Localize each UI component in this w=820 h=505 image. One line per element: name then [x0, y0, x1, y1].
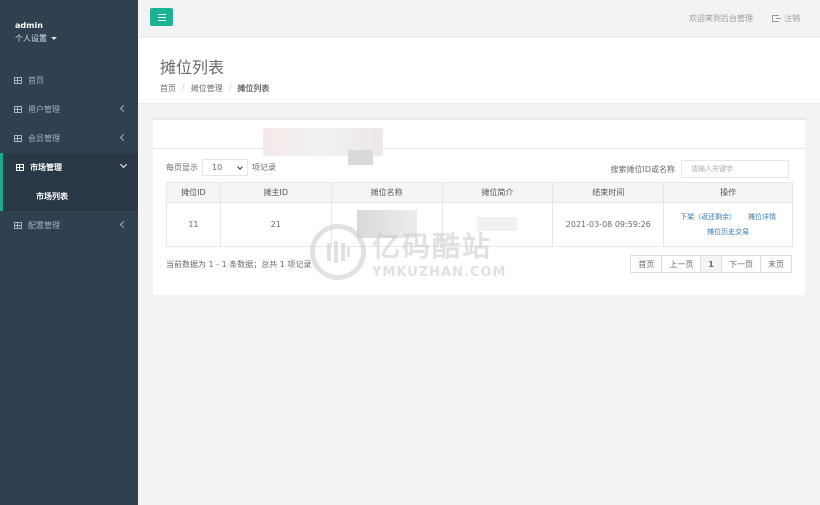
sidebar-item-home[interactable]: 首页 — [0, 66, 138, 95]
chevron-left-icon — [119, 133, 128, 142]
breadcrumb-home[interactable]: 首页 — [160, 83, 176, 94]
stall-name-cell — [330, 202, 443, 247]
caret-down-icon — [51, 37, 57, 40]
page-length-value: 10 — [212, 163, 223, 172]
column-header[interactable]: 摊位简介 — [441, 182, 554, 203]
stall-detail-link[interactable]: 摊位详情 — [748, 212, 776, 222]
search-control: 搜索摊位ID或名称 请输入关键字 — [610, 160, 789, 178]
sidebar-nav: 首页 用户管理 会员管理 市场管理 市场列表 配置管理 — [0, 66, 138, 240]
page-current-button[interactable]: 1 — [700, 255, 722, 273]
table-row: 11 21 2021-03-08 09:59:26 下架（返还剩余） 摊位详情 … — [166, 202, 793, 247]
per-page-suffix: 项记录 — [252, 163, 276, 172]
owner-id-cell: 21 — [219, 202, 332, 247]
top-navbar: 欢迎来到后台管理 注销 — [138, 0, 820, 37]
column-header[interactable]: 结束时间 — [552, 182, 665, 203]
table-info: 当前数据为 1 - 1 条数据；总共 1 项记录 — [166, 260, 312, 269]
chevron-down-icon — [237, 163, 243, 170]
hamburger-icon-line — [157, 19, 166, 21]
stall-table: 摊位ID 摊主ID 摊位名称 摊位简介 结束时间 操作 11 21 2021-0… — [166, 182, 793, 247]
sidebar-item-member-management[interactable]: 会员管理 — [0, 124, 138, 153]
stall-history-link[interactable]: 摊位历史交易 — [707, 227, 749, 237]
content-box: 每页显示 10 项记录 搜索摊位ID或名称 请输入关键字 摊位ID 摊主ID 摊… — [153, 118, 805, 295]
breadcrumb-current: 摊位列表 — [237, 84, 270, 93]
blurred-region — [348, 150, 373, 165]
breadcrumb-stall-management[interactable]: 摊位管理 — [191, 83, 223, 94]
page-first-button[interactable]: 首页 — [630, 255, 663, 273]
blurred-region — [356, 209, 417, 238]
page-next-button[interactable]: 下一页 — [721, 255, 761, 273]
hamburger-icon-line — [157, 16, 166, 18]
sidebar-subitem-label: 市场列表 — [36, 192, 68, 201]
sidebar-item-label: 会员管理 — [28, 134, 60, 143]
welcome-text: 欢迎来到后台管理 — [689, 14, 753, 23]
stall-id-cell: 11 — [166, 202, 221, 247]
pagination: 首页 上一页 1 下一页 末页 — [630, 255, 792, 273]
chevron-down-icon — [119, 160, 128, 169]
sidebar-subitem-market-list[interactable]: 市场列表 — [0, 182, 138, 211]
grid-icon — [14, 222, 22, 229]
actions-cell: 下架（返还剩余） 摊位详情 摊位历史交易 — [663, 202, 793, 247]
search-label: 搜索摊位ID或名称 — [610, 164, 675, 174]
breadcrumb-separator: / — [228, 83, 232, 92]
sidebar-item-label: 用户管理 — [28, 105, 60, 114]
chevron-left-icon — [119, 104, 128, 113]
breadcrumb: 首页 / 摊位管理 / 摊位列表 — [160, 83, 820, 94]
username: admin — [15, 21, 43, 30]
personal-settings-label: 个人设置 — [15, 34, 47, 43]
table-header-row: 摊位ID 摊主ID 摊位名称 摊位简介 结束时间 操作 — [166, 182, 793, 203]
page-title: 摊位列表 — [160, 58, 225, 77]
column-header: 操作 — [663, 182, 793, 203]
column-header[interactable]: 摊主ID — [219, 182, 332, 203]
column-header[interactable]: 摊位名称 — [330, 182, 443, 203]
sidebar-item-label: 市场管理 — [30, 163, 62, 172]
sidebar: admin 个人设置 首页 用户管理 会员管理 市场管理 市场列表 配置管理 — [0, 0, 138, 505]
breadcrumb-separator: / — [182, 83, 185, 92]
sign-out-icon — [772, 15, 781, 22]
end-time-cell: 2021-03-08 09:59:26 — [552, 202, 665, 247]
grid-icon — [14, 106, 22, 113]
chevron-left-icon — [119, 220, 128, 229]
menu-toggle-button[interactable] — [150, 8, 173, 26]
user-profile: admin 个人设置 — [0, 0, 138, 66]
page-last-button[interactable]: 末页 — [760, 255, 792, 273]
logout-label: 注销 — [784, 14, 800, 23]
grid-icon — [14, 135, 22, 142]
page-prev-button[interactable]: 上一页 — [661, 255, 702, 273]
sidebar-item-label: 配置管理 — [28, 221, 60, 230]
sidebar-item-config-management[interactable]: 配置管理 — [0, 211, 138, 240]
hamburger-icon-line — [157, 13, 166, 15]
blurred-region — [477, 216, 518, 231]
page-heading: 摊位列表 首页 / 摊位管理 / 摊位列表 — [138, 38, 820, 104]
per-page-prefix: 每页显示 — [166, 163, 198, 172]
search-input[interactable]: 请输入关键字 — [681, 160, 789, 178]
column-header[interactable]: 摊位ID — [166, 182, 221, 203]
grid-icon — [14, 77, 22, 84]
grid-icon — [16, 164, 24, 171]
page-length-control: 每页显示 10 项记录 — [166, 159, 276, 176]
page-length-select[interactable]: 10 — [202, 159, 248, 176]
box-title-band — [153, 120, 805, 156]
sidebar-item-market-management[interactable]: 市场管理 — [0, 153, 138, 182]
logout-link[interactable]: 注销 — [772, 13, 800, 24]
stall-intro-cell — [441, 202, 554, 247]
unlist-link[interactable]: 下架（返还剩余） — [680, 212, 736, 222]
sidebar-item-label: 首页 — [28, 76, 44, 85]
sidebar-item-user-management[interactable]: 用户管理 — [0, 95, 138, 124]
personal-settings-dropdown[interactable]: 个人设置 — [15, 33, 138, 44]
